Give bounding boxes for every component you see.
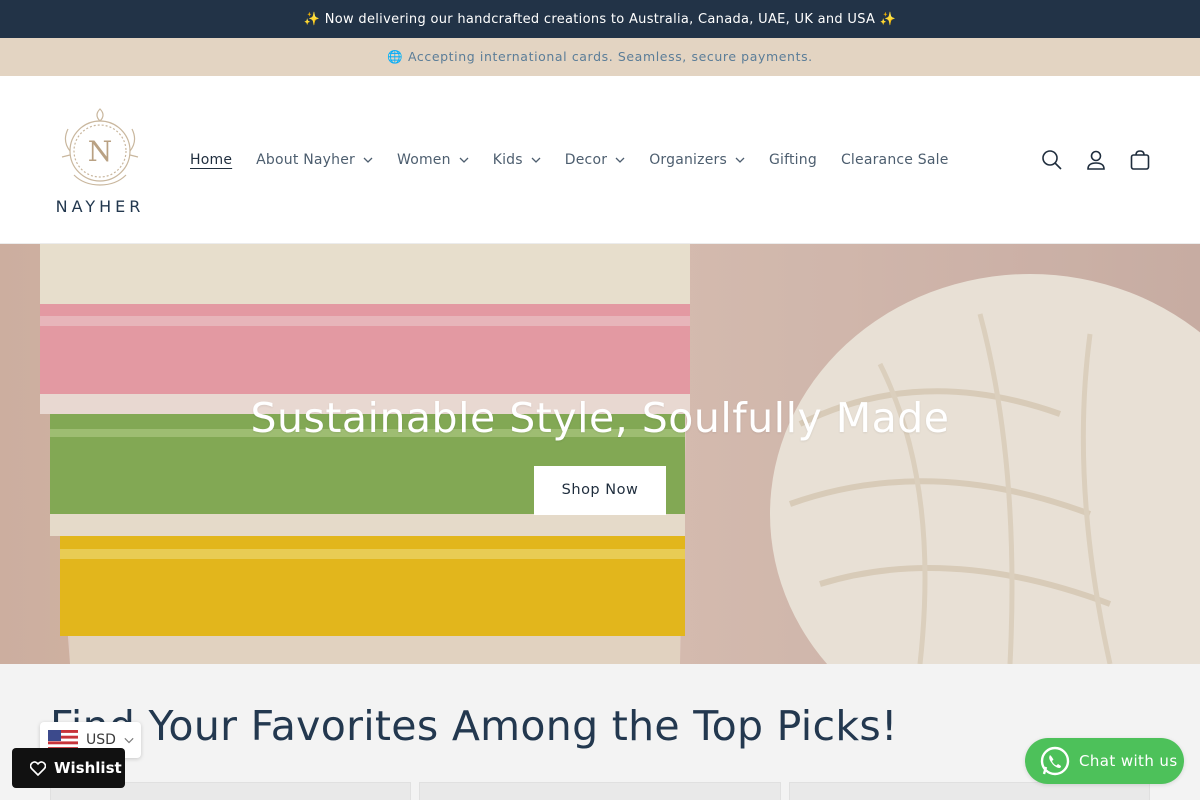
- search-icon[interactable]: [1040, 148, 1064, 172]
- nav-item-clearance-sale[interactable]: Clearance Sale: [829, 152, 961, 168]
- nav-item-label: Home: [190, 151, 233, 168]
- logo[interactable]: N NAYHER: [48, 103, 152, 216]
- nav-item-label: Decor: [564, 151, 608, 168]
- product-card[interactable]: [789, 782, 1150, 800]
- whatsapp-icon: [1040, 746, 1070, 776]
- section-title: Find Your Favorites Among the Top Picks!: [50, 702, 898, 750]
- nav-item-gifting[interactable]: Gifting: [757, 152, 829, 168]
- nav-item-about-nayher[interactable]: About Nayher: [244, 152, 385, 168]
- currency-label: USD: [86, 732, 116, 748]
- hero-title: Sustainable Style, Soulfully Made: [250, 394, 950, 442]
- heart-icon: [30, 760, 46, 776]
- hero-banner: Sustainable Style, Soulfully Made Shop N…: [0, 244, 1200, 664]
- wishlist-label: Wishlist: [54, 759, 122, 777]
- cart-icon[interactable]: [1128, 148, 1152, 172]
- payments-bar: 🌐 Accepting international cards. Seamles…: [0, 38, 1200, 76]
- nav-item-organizers[interactable]: Organizers: [637, 152, 757, 168]
- chevron-down-icon: [615, 155, 625, 165]
- us-flag-icon: [48, 730, 78, 750]
- announcement-shipping-text: ✨ Now delivering our handcrafted creatio…: [303, 11, 897, 27]
- nav-item-label: Kids: [492, 151, 523, 168]
- chevron-down-icon: [459, 155, 469, 165]
- nav-item-label: About Nayher: [256, 151, 355, 168]
- nav-item-label: Women: [396, 151, 451, 168]
- main-nav: Home About Nayher Women Kids Decor Organ…: [178, 152, 1040, 168]
- whatsapp-chat-button[interactable]: Chat with us: [1025, 738, 1184, 784]
- nav-item-label: Organizers: [649, 151, 727, 168]
- logo-emblem-icon: N: [61, 108, 139, 186]
- nav-item-home[interactable]: Home: [178, 152, 244, 168]
- product-card[interactable]: [419, 782, 781, 800]
- chevron-down-icon: [124, 735, 134, 745]
- hero-content: Sustainable Style, Soulfully Made Shop N…: [0, 394, 1200, 515]
- header-icons: [1040, 148, 1152, 172]
- chevron-down-icon: [531, 155, 541, 165]
- logo-text: NAYHER: [55, 197, 145, 216]
- nav-item-kids[interactable]: Kids: [481, 152, 553, 168]
- nav-item-label: Clearance Sale: [840, 151, 949, 168]
- shop-now-button[interactable]: Shop Now: [534, 466, 666, 515]
- wishlist-button[interactable]: Wishlist: [12, 748, 125, 788]
- announcement-bar: ✨ Now delivering our handcrafted creatio…: [0, 0, 1200, 38]
- account-icon[interactable]: [1084, 148, 1108, 172]
- announcement-payments-text: 🌐 Accepting international cards. Seamles…: [387, 49, 813, 64]
- nav-item-decor[interactable]: Decor: [553, 152, 637, 168]
- chevron-down-icon: [363, 155, 373, 165]
- nav-item-women[interactable]: Women: [385, 152, 481, 168]
- chat-label: Chat with us: [1079, 752, 1178, 770]
- chevron-down-icon: [735, 155, 745, 165]
- nav-item-label: Gifting: [768, 151, 817, 168]
- svg-text:N: N: [88, 135, 113, 168]
- site-header: N NAYHER Home About Nayher Women Kids De…: [0, 76, 1200, 244]
- top-picks-section: Find Your Favorites Among the Top Picks!: [0, 664, 1200, 800]
